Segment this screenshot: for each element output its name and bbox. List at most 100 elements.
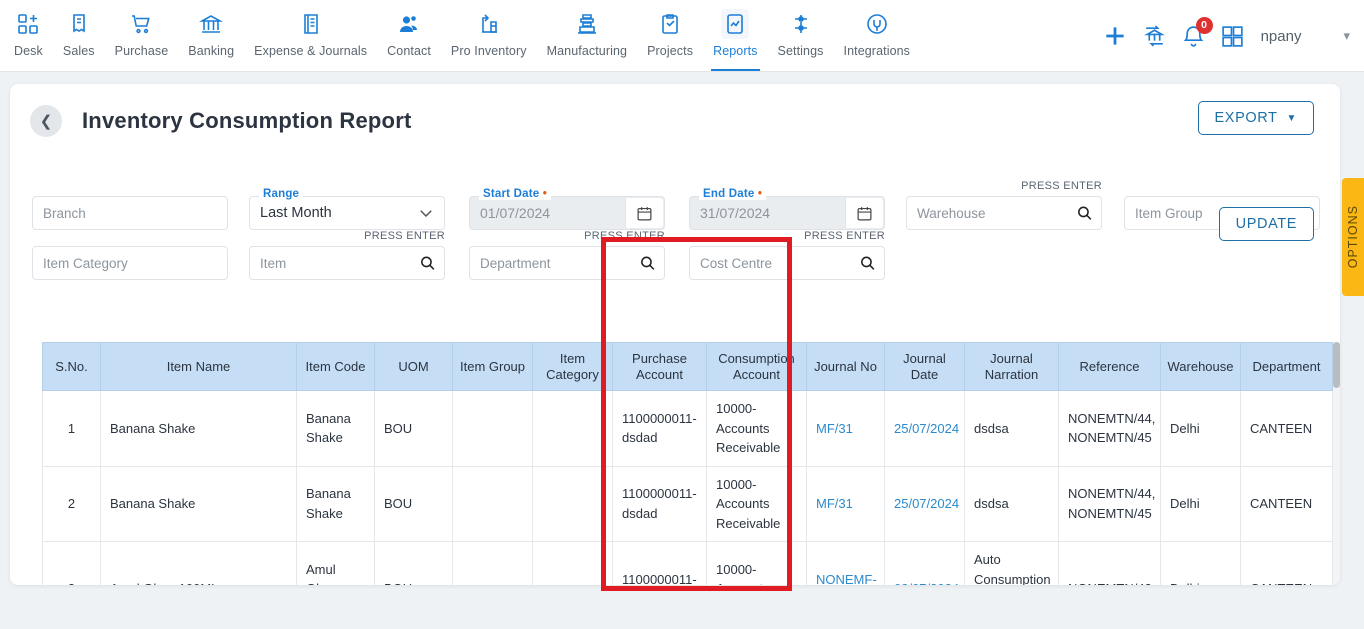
grid-apps-icon	[1221, 25, 1243, 47]
col-sno[interactable]: S.No.	[42, 342, 101, 391]
press-enter-hint: PRESS ENTER	[1021, 180, 1102, 192]
update-button[interactable]: UPDATE	[1218, 207, 1314, 241]
cell-department: CANTEEN	[1240, 390, 1333, 467]
report-card: ❮ Inventory Consumption Report Branch Ra…	[10, 84, 1340, 585]
nav-item-settings[interactable]: Settings	[768, 0, 834, 71]
cell-journal-no[interactable]: MF/31	[806, 390, 885, 467]
item-input[interactable]: Item	[249, 246, 445, 280]
cell-journal-date[interactable]: 25/07/2024	[884, 465, 965, 542]
nav-item-pro-inventory[interactable]: Pro Inventory	[441, 0, 537, 71]
cell-purchase-account: 1100000011-dsdad	[612, 465, 707, 542]
nav-item-desk[interactable]: Desk	[4, 0, 53, 71]
nav-label: Banking	[188, 44, 235, 58]
settings-sliders-icon	[789, 9, 813, 39]
search-icon[interactable]	[419, 255, 436, 272]
cell-item-code: Banana Shake	[296, 390, 375, 467]
col-item-name[interactable]: Item Name	[100, 342, 297, 391]
nav-item-projects[interactable]: Projects	[637, 0, 703, 71]
nav-item-integrations[interactable]: Integrations	[834, 0, 921, 71]
press-enter-hint: PRESS ENTER	[584, 230, 665, 242]
nav-label: Pro Inventory	[450, 44, 527, 58]
col-item-category[interactable]: Item Category	[532, 342, 613, 391]
item-category-input[interactable]: Item Category	[32, 246, 228, 280]
nav-item-contact[interactable]: Contact	[377, 0, 441, 71]
item-category-field[interactable]: Item Category	[32, 246, 228, 280]
col-warehouse[interactable]: Warehouse	[1160, 342, 1241, 391]
col-item-code[interactable]: Item Code	[296, 342, 375, 391]
nav-item-banking[interactable]: Banking	[178, 0, 244, 71]
cell-reference: NONEMTN/44, NONEMTN/45	[1058, 465, 1161, 542]
nav-label: Integrations	[843, 44, 911, 58]
update-label: UPDATE	[1235, 216, 1297, 232]
cell-consumption-account: 10000-Accounts Receivable	[706, 541, 807, 585]
search-icon[interactable]	[1076, 205, 1093, 222]
company-name: npany	[1260, 27, 1302, 45]
col-department[interactable]: Department	[1240, 342, 1333, 391]
scrollbar-thumb[interactable]	[1333, 342, 1340, 388]
back-chevron-icon: ❮	[39, 113, 53, 130]
warehouse-input[interactable]: Warehouse	[906, 196, 1102, 230]
table-row[interactable]: 2 Banana Shake Banana Shake BOU 11000000…	[42, 465, 1333, 542]
branch-input[interactable]: Branch	[32, 196, 228, 230]
col-item-group[interactable]: Item Group	[452, 342, 533, 391]
cost-centre-field[interactable]: PRESS ENTER Cost Centre	[689, 230, 885, 280]
contact-people-icon	[397, 9, 421, 39]
department-field[interactable]: PRESS ENTER Department	[469, 230, 665, 280]
nav-item-reports[interactable]: Reports	[703, 0, 767, 71]
search-icon[interactable]	[639, 255, 656, 272]
add-new-button[interactable]	[1102, 23, 1128, 49]
nav-label: Expense & Journals	[254, 44, 368, 58]
col-reference[interactable]: Reference	[1058, 342, 1161, 391]
col-journal-narration[interactable]: Journal Narration	[964, 342, 1059, 391]
options-label: OPTIONS	[1346, 205, 1360, 269]
cell-item-category	[532, 465, 613, 542]
range-field[interactable]: Range Last Month	[249, 188, 445, 230]
cell-reference: NONEMTN/44, NONEMTN/45	[1058, 390, 1161, 467]
table-row[interactable]: 1 Banana Shake Banana Shake BOU 11000000…	[42, 390, 1333, 467]
table-row[interactable]: 3 Amul Ghee 100ML Amul Ghee 100ML BOU 11…	[42, 541, 1333, 585]
start-date-value: 01/07/2024	[480, 205, 551, 221]
col-journal-no[interactable]: Journal No	[806, 342, 885, 391]
table-vertical-scrollbar[interactable]	[1333, 342, 1340, 585]
item-field[interactable]: PRESS ENTER Item	[249, 230, 445, 280]
cell-purchase-account: 1100000011-dsdad	[612, 390, 707, 467]
export-button[interactable]: EXPORT ▼	[1197, 101, 1314, 135]
bank-transfer-button[interactable]	[1142, 24, 1167, 49]
cell-journal-no[interactable]: NONEMF-12	[806, 541, 885, 585]
col-journal-date[interactable]: Journal Date	[884, 342, 965, 391]
chevron-down-icon[interactable]	[417, 204, 435, 222]
chevron-down-icon[interactable]: ▾	[1343, 28, 1350, 44]
cell-department: CANTEEN	[1240, 541, 1333, 585]
col-consumption-account[interactable]: Consumption Account	[706, 342, 807, 391]
cell-item-group	[452, 390, 533, 467]
department-input[interactable]: Department	[469, 246, 665, 280]
start-date-field[interactable]: Start Date • 01/07/2024	[469, 188, 665, 230]
end-date-field[interactable]: End Date • 31/07/2024	[689, 188, 885, 230]
apps-grid-button[interactable]	[1220, 24, 1245, 49]
calendar-icon[interactable]	[625, 198, 663, 228]
cell-journal-date[interactable]: 25/07/2024	[884, 390, 965, 467]
search-icon[interactable]	[859, 255, 876, 272]
cell-journal-date[interactable]: 08/07/2024	[884, 541, 965, 585]
bank-transfer-icon	[1143, 24, 1165, 46]
back-button[interactable]: ❮	[30, 105, 62, 137]
notifications-button[interactable]: 0	[1181, 16, 1213, 49]
options-side-tab[interactable]: OPTIONS	[1342, 178, 1364, 296]
nav-item-manufacturing[interactable]: Manufacturing	[537, 0, 638, 71]
cell-reference: NONEMTN/42	[1058, 541, 1161, 585]
report-table-container[interactable]: S.No. Item Name Item Code UOM Item Group…	[42, 342, 1338, 585]
notification-badge: 0	[1195, 16, 1213, 34]
col-uom[interactable]: UOM	[374, 342, 453, 391]
warehouse-field[interactable]: PRESS ENTER Warehouse	[906, 180, 1102, 230]
nav-item-purchase[interactable]: Purchase	[105, 0, 179, 71]
projects-clipboard-icon	[658, 9, 682, 39]
cell-journal-no[interactable]: MF/31	[806, 465, 885, 542]
branch-field[interactable]: Branch	[32, 196, 228, 230]
cell-consumption-account: 10000-Accounts Receivable	[706, 465, 807, 542]
nav-item-sales[interactable]: Sales	[53, 0, 105, 71]
nav-label: Contact	[387, 44, 431, 58]
cost-centre-input[interactable]: Cost Centre	[689, 246, 885, 280]
nav-item-expense-journals[interactable]: Expense & Journals	[244, 0, 377, 71]
calendar-icon[interactable]	[845, 198, 883, 228]
col-purchase-account[interactable]: Purchase Account	[612, 342, 707, 391]
